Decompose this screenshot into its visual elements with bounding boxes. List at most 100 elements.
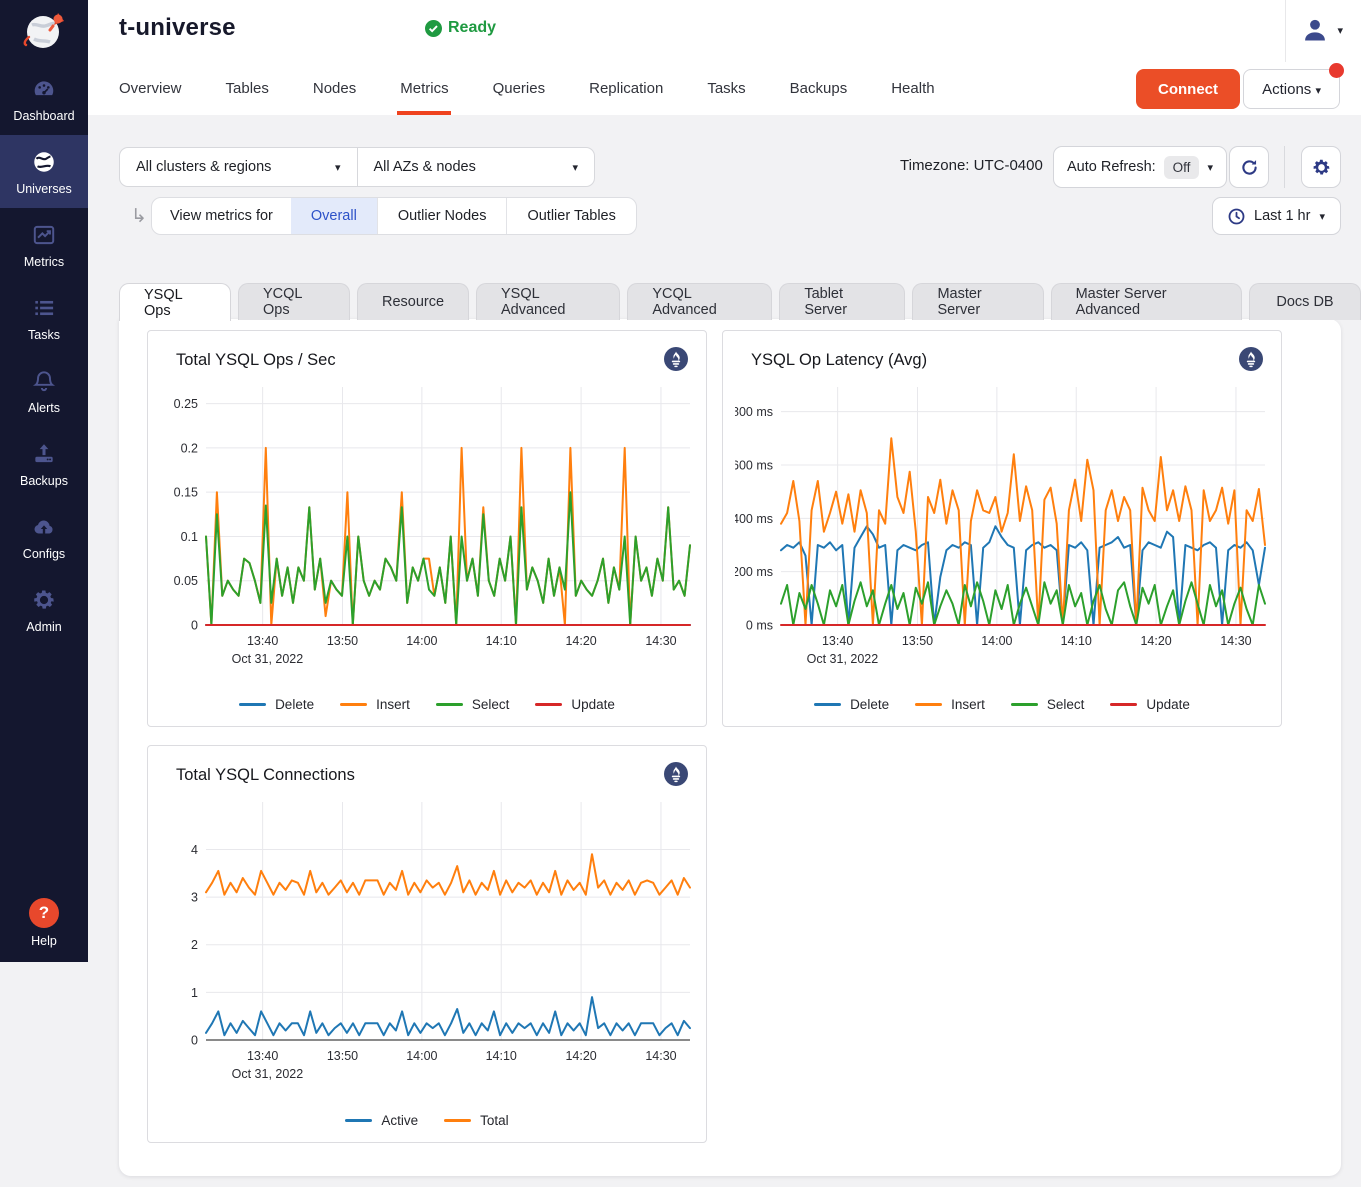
legend-item-insert[interactable]: Insert (340, 697, 410, 712)
legend-item-insert[interactable]: Insert (915, 697, 985, 712)
tab-tasks[interactable]: Tasks (707, 62, 745, 115)
legend-swatch (444, 1119, 471, 1123)
svg-text:1: 1 (191, 986, 198, 1000)
sidebar-item-dashboard[interactable]: Dashboard (0, 62, 88, 135)
auto-refresh-dropdown[interactable]: Auto Refresh: Off ▾ (1053, 146, 1227, 188)
settings-button[interactable] (1301, 146, 1341, 188)
legend-swatch (345, 1119, 372, 1123)
svg-text:14:10: 14:10 (1061, 634, 1092, 648)
tab-nodes[interactable]: Nodes (313, 62, 356, 115)
legend-label: Delete (275, 697, 314, 712)
tab-tables[interactable]: Tables (226, 62, 269, 115)
legend-item-delete[interactable]: Delete (239, 697, 314, 712)
chart-plot-area[interactable]: 0 ms200 ms400 ms600 ms800 ms13:40Oct 31,… (735, 383, 1271, 668)
prometheus-link-icon[interactable] (664, 762, 688, 791)
sidebar-item-label: Backups (20, 474, 68, 488)
metric-tab-ysql-ops[interactable]: YSQL Ops (119, 283, 231, 321)
tab-queries[interactable]: Queries (493, 62, 546, 115)
svg-text:13:40: 13:40 (247, 1049, 278, 1063)
tab-replication[interactable]: Replication (589, 62, 663, 115)
gear-icon (1311, 157, 1332, 178)
chart-plot-area[interactable]: 0123413:40Oct 31, 202213:5014:0014:1014:… (160, 798, 696, 1083)
tab-metrics[interactable]: Metrics (400, 62, 448, 115)
metric-tab-ysql-advanced[interactable]: YSQL Advanced (476, 283, 620, 320)
legend-item-total[interactable]: Total (444, 1113, 509, 1128)
svg-text:4: 4 (191, 843, 198, 857)
sidebar-item-help[interactable]: ? Help (0, 898, 88, 948)
svg-text:14:10: 14:10 (486, 634, 517, 648)
chevron-down-icon: ▾ (572, 161, 578, 174)
user-menu[interactable]: ▾ (1301, 16, 1343, 44)
legend-label: Insert (951, 697, 985, 712)
metric-tab-ycql-ops[interactable]: YCQL Ops (238, 283, 350, 320)
metric-tab-master-server[interactable]: Master Server (912, 283, 1043, 320)
tab-backups[interactable]: Backups (790, 62, 848, 115)
sidebar: Dashboard Universes Metrics Tasks Alerts (0, 0, 88, 962)
metric-tab-master-server-advanced[interactable]: Master Server Advanced (1051, 283, 1242, 320)
svg-text:14:30: 14:30 (645, 1049, 676, 1063)
sidebar-item-backups[interactable]: Backups (0, 427, 88, 500)
prometheus-link-icon[interactable] (664, 347, 688, 376)
tab-overview[interactable]: Overview (119, 62, 182, 115)
legend-label: Select (472, 697, 510, 712)
chevron-down-icon: ▾ (1319, 210, 1325, 223)
svg-text:14:20: 14:20 (565, 1049, 596, 1063)
chart-legend: Active Total (148, 1113, 706, 1128)
metric-tab-resource[interactable]: Resource (357, 283, 469, 320)
time-range-dropdown[interactable]: Last 1 hr ▾ (1212, 197, 1341, 235)
sidebar-item-configs[interactable]: Configs (0, 500, 88, 573)
prometheus-link-icon[interactable] (1239, 347, 1263, 376)
chart-legend: Delete Insert Select Update (723, 697, 1281, 712)
legend-swatch (535, 703, 562, 707)
svg-text:0.1: 0.1 (181, 530, 198, 544)
legend-item-select[interactable]: Select (436, 697, 510, 712)
subfilter-arrow-icon: ↳ (131, 205, 147, 228)
avatar-icon (1301, 16, 1329, 44)
svg-text:14:20: 14:20 (1140, 634, 1171, 648)
connect-button[interactable]: Connect (1136, 69, 1240, 109)
legend-item-update[interactable]: Update (1110, 697, 1190, 712)
auto-refresh-label: Auto Refresh: (1067, 159, 1156, 175)
segment-outlier-tables[interactable]: Outlier Tables (506, 198, 635, 234)
legend-item-update[interactable]: Update (535, 697, 615, 712)
actions-button[interactable]: Actions ▾ (1243, 69, 1340, 109)
sidebar-item-universes[interactable]: Universes (0, 135, 88, 208)
sidebar-item-metrics[interactable]: Metrics (0, 208, 88, 281)
azs-nodes-dropdown[interactable]: All AZs & nodes ▾ (357, 148, 595, 186)
metric-tab-tablet-server[interactable]: Tablet Server (779, 283, 905, 320)
clusters-regions-dropdown[interactable]: All clusters & regions ▾ (120, 148, 357, 186)
view-metrics-segment: View metrics for Overall Outlier Nodes O… (151, 197, 637, 235)
sidebar-item-admin[interactable]: Admin (0, 573, 88, 646)
status-badge: Ready (425, 19, 496, 37)
legend-label: Insert (376, 697, 410, 712)
svg-text:14:10: 14:10 (486, 1049, 517, 1063)
universe-title: t-universe (119, 14, 236, 42)
legend-item-delete[interactable]: Delete (814, 697, 889, 712)
segment-overall[interactable]: Overall (291, 198, 377, 234)
segment-outlier-nodes[interactable]: Outlier Nodes (377, 198, 507, 234)
yugabyte-logo[interactable] (0, 0, 88, 62)
sidebar-item-alerts[interactable]: Alerts (0, 354, 88, 427)
refresh-button[interactable] (1229, 146, 1269, 188)
svg-text:14:30: 14:30 (645, 634, 676, 648)
chart-icon (31, 222, 57, 248)
svg-text:200 ms: 200 ms (735, 565, 773, 579)
svg-text:Oct 31, 2022: Oct 31, 2022 (232, 652, 304, 666)
svg-text:13:50: 13:50 (902, 634, 933, 648)
metric-tab-docs-db[interactable]: Docs DB (1249, 283, 1361, 320)
legend-item-select[interactable]: Select (1011, 697, 1085, 712)
svg-text:0.05: 0.05 (174, 574, 198, 588)
metric-tab-ycql-advanced[interactable]: YCQL Advanced (627, 283, 772, 320)
tab-health[interactable]: Health (891, 62, 934, 115)
universe-navbar: Overview Tables Nodes Metrics Queries Re… (88, 62, 1361, 115)
check-circle-icon (425, 20, 442, 37)
chart-plot-area[interactable]: 00.050.10.150.20.2513:40Oct 31, 202213:5… (160, 383, 696, 668)
view-metrics-label: View metrics for (152, 198, 291, 234)
legend-swatch (814, 703, 841, 707)
topbar-divider (1285, 0, 1286, 62)
svg-text:0: 0 (191, 1034, 198, 1048)
legend-label: Delete (850, 697, 889, 712)
legend-item-active[interactable]: Active (345, 1113, 418, 1128)
sidebar-item-tasks[interactable]: Tasks (0, 281, 88, 354)
legend-swatch (239, 703, 266, 707)
